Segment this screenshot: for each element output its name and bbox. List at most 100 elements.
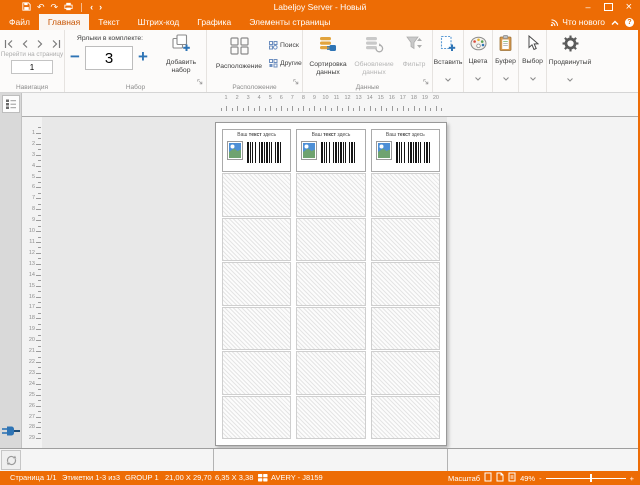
group-label-data: Данные bbox=[303, 84, 432, 91]
ruler-number: 27 bbox=[29, 414, 35, 420]
ruler-tick bbox=[38, 302, 41, 303]
ruler-tick bbox=[403, 106, 404, 111]
bottom-strip bbox=[0, 448, 640, 471]
undo-icon[interactable]: ↶ bbox=[37, 0, 45, 14]
help-icon[interactable]: ? bbox=[625, 18, 634, 27]
sort-data-button[interactable]: Сортировка данных bbox=[305, 33, 351, 83]
tab-home[interactable]: Главная bbox=[39, 14, 89, 30]
label-cell[interactable] bbox=[296, 218, 365, 261]
dialog-launcher-icon[interactable] bbox=[293, 72, 299, 90]
ruler-tick bbox=[38, 215, 41, 216]
ruler-tick bbox=[36, 242, 41, 243]
label-cell[interactable] bbox=[371, 262, 440, 305]
increase-count-button[interactable]: + bbox=[138, 45, 148, 69]
label-cell[interactable]: Ваш текст здесь bbox=[222, 129, 291, 172]
layout-grid-icon bbox=[230, 37, 249, 55]
zoom-slider[interactable] bbox=[546, 478, 626, 479]
tool-buttons: Вставить Цвета Буф bbox=[433, 30, 593, 92]
zoom-slider-thumb[interactable] bbox=[590, 474, 592, 482]
dialog-launcher-icon[interactable] bbox=[423, 72, 429, 90]
tab-file[interactable]: Файл bbox=[0, 14, 39, 30]
sample-text[interactable]: Ваш текст здесь bbox=[223, 132, 290, 138]
maximize-button[interactable] bbox=[604, 3, 613, 11]
barcode[interactable] bbox=[321, 142, 357, 163]
ruler-number: 15 bbox=[378, 95, 384, 101]
back-icon[interactable]: ‹ bbox=[90, 0, 93, 14]
buffer-button[interactable]: Буфер bbox=[493, 30, 519, 92]
label-cell[interactable] bbox=[222, 262, 291, 305]
view-fit-icon[interactable] bbox=[496, 472, 504, 484]
ruler-number: 29 bbox=[29, 435, 35, 441]
label-cell[interactable] bbox=[222, 351, 291, 394]
decrease-count-button[interactable]: − bbox=[70, 45, 80, 69]
view-page-icon[interactable] bbox=[484, 472, 492, 484]
colors-button[interactable]: Цвета bbox=[464, 30, 493, 92]
tab-graphics[interactable]: Графика bbox=[188, 14, 240, 30]
page-number-input[interactable] bbox=[11, 60, 53, 74]
minimize-button[interactable]: – bbox=[586, 0, 591, 14]
ruler-tick bbox=[38, 138, 41, 139]
whats-new-button[interactable]: Что нового bbox=[550, 17, 605, 27]
list-panel-icon bbox=[5, 98, 17, 110]
redo-icon[interactable]: ↷ bbox=[51, 0, 59, 14]
label-cell[interactable] bbox=[296, 351, 365, 394]
label-cell[interactable] bbox=[222, 218, 291, 261]
forward-icon[interactable]: › bbox=[99, 0, 102, 14]
tab-page-elements[interactable]: Элементы страницы bbox=[240, 14, 339, 30]
ruler-number: 14 bbox=[367, 95, 373, 101]
view-lines-icon[interactable] bbox=[508, 472, 516, 484]
ruler-tick bbox=[38, 193, 41, 194]
label-cell[interactable] bbox=[222, 396, 291, 439]
image-placeholder[interactable] bbox=[301, 141, 317, 165]
barcode[interactable] bbox=[247, 142, 283, 163]
ruler-tick bbox=[36, 264, 41, 265]
data-source-button[interactable] bbox=[2, 425, 20, 438]
zoom-label: Масштаб bbox=[448, 474, 480, 483]
label-cell[interactable] bbox=[222, 173, 291, 216]
zoom-out-button[interactable]: - bbox=[539, 474, 542, 483]
label-cell[interactable] bbox=[371, 307, 440, 350]
palette-icon bbox=[470, 36, 487, 51]
label-cell[interactable] bbox=[371, 218, 440, 261]
label-count-input[interactable] bbox=[85, 46, 133, 70]
label-cell[interactable] bbox=[296, 396, 365, 439]
collapse-ribbon-icon[interactable] bbox=[611, 13, 619, 31]
tab-text[interactable]: Текст bbox=[89, 14, 128, 30]
pages-panel-toggle[interactable] bbox=[2, 95, 20, 113]
sample-text[interactable]: Ваш текст здесь bbox=[297, 132, 364, 138]
ruler-tick bbox=[36, 362, 41, 363]
label-cell[interactable] bbox=[371, 173, 440, 216]
label-cell[interactable] bbox=[296, 307, 365, 350]
refresh-data-button: Обновление данных bbox=[351, 33, 397, 83]
ruler-tick bbox=[36, 329, 41, 330]
zoom-in-button[interactable]: + bbox=[630, 474, 634, 483]
ruler-number: 3 bbox=[32, 152, 35, 158]
image-placeholder[interactable] bbox=[376, 141, 392, 165]
ruler-number: 19 bbox=[29, 326, 35, 332]
ruler-tick bbox=[38, 258, 41, 259]
close-button[interactable]: × bbox=[626, 0, 632, 14]
label-cell[interactable] bbox=[296, 262, 365, 305]
refresh-view-button[interactable] bbox=[1, 450, 21, 470]
ruler-tick bbox=[38, 357, 41, 358]
search-layout-button[interactable]: Поиск bbox=[269, 39, 302, 52]
layout-button[interactable]: Расположение bbox=[210, 33, 268, 83]
other-layouts-button[interactable]: Другие bbox=[269, 57, 302, 70]
label-cell[interactable] bbox=[296, 173, 365, 216]
label-cell[interactable] bbox=[371, 351, 440, 394]
label-cell[interactable]: Ваш текст здесь bbox=[371, 129, 440, 172]
label-cell[interactable]: Ваш текст здесь bbox=[296, 129, 365, 172]
ruler-number: 20 bbox=[29, 337, 35, 343]
ruler-tick bbox=[342, 108, 343, 111]
advanced-button[interactable]: Продвинутый bbox=[547, 30, 593, 92]
image-placeholder[interactable] bbox=[227, 141, 243, 165]
tab-barcode[interactable]: Штрих-код bbox=[129, 14, 189, 30]
label-cell[interactable] bbox=[371, 396, 440, 439]
barcode[interactable] bbox=[396, 142, 432, 163]
sample-text[interactable]: Ваш текст здесь bbox=[372, 132, 439, 138]
label-cell[interactable] bbox=[222, 307, 291, 350]
label-sheet-page[interactable]: Ваш текст здесь Ваш текст здесь Ваш текст … bbox=[215, 122, 447, 446]
insert-button[interactable]: Вставить bbox=[433, 30, 464, 92]
dialog-launcher-icon[interactable] bbox=[197, 72, 203, 90]
select-button[interactable]: Выбор bbox=[519, 30, 547, 92]
